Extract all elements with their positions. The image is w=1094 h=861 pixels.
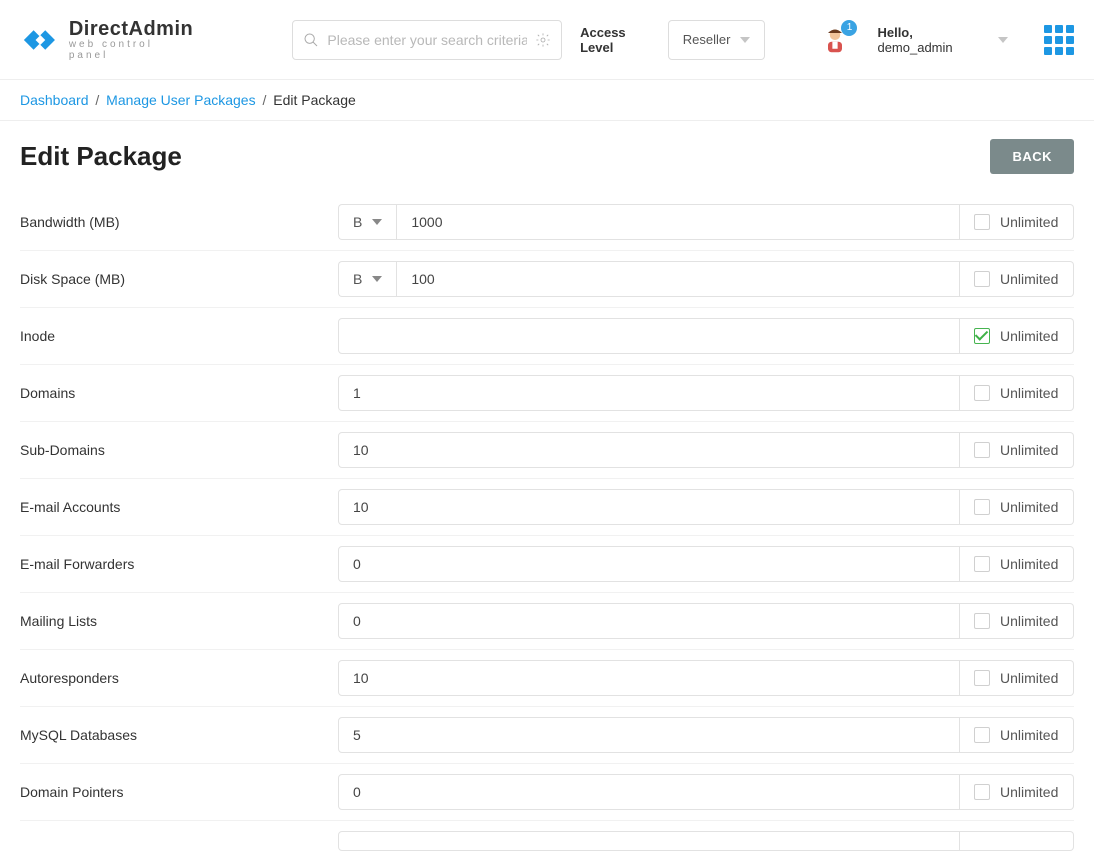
unlimited-toggle[interactable]: Unlimited: [960, 660, 1074, 696]
checkbox-icon: [974, 385, 990, 401]
form-row: Disk Space (MB)B Unlimited: [20, 251, 1074, 308]
topbar: DirectAdmin web control panel Access Lev…: [0, 0, 1094, 80]
checkbox-icon: [974, 670, 990, 686]
checkbox-icon: [974, 442, 990, 458]
unlimited-toggle[interactable]: Unlimited: [960, 546, 1074, 582]
value-input[interactable]: [338, 489, 960, 525]
chevron-down-icon: [372, 219, 382, 225]
form-row: E-mail Forwarders Unlimited: [20, 536, 1074, 593]
unlimited-toggle[interactable]: Unlimited: [960, 774, 1074, 810]
row-label: Mailing Lists: [20, 613, 338, 629]
search-box[interactable]: [292, 20, 562, 60]
checkbox-icon: [974, 499, 990, 515]
chevron-down-icon[interactable]: [998, 37, 1008, 43]
value-input[interactable]: [338, 432, 960, 468]
row-controls: Unlimited: [338, 546, 1074, 582]
breadcrumb-manage-packages[interactable]: Manage User Packages: [106, 92, 255, 108]
row-controls: Unlimited: [338, 489, 1074, 525]
search-input[interactable]: [319, 32, 535, 48]
value-input[interactable]: [396, 204, 960, 240]
value-input[interactable]: [338, 318, 960, 354]
unlimited-toggle[interactable]: Unlimited: [960, 489, 1074, 525]
form-row: Autoresponders Unlimited: [20, 650, 1074, 707]
unit-select[interactable]: B: [338, 261, 396, 297]
value-input[interactable]: [338, 603, 960, 639]
form-row: Domains Unlimited: [20, 365, 1074, 422]
unlimited-toggle[interactable]: Unlimited: [960, 204, 1074, 240]
unlimited-toggle[interactable]: Unlimited: [960, 432, 1074, 468]
value-input[interactable]: [396, 261, 960, 297]
checkbox-icon: [974, 613, 990, 629]
value-input[interactable]: [338, 660, 960, 696]
package-form: Bandwidth (MB)BUnlimitedDisk Space (MB)B…: [0, 184, 1094, 861]
page-title: Edit Package: [20, 141, 182, 172]
access-level-value: Reseller: [683, 32, 731, 47]
notification-badge: 1: [841, 20, 857, 36]
row-controls: Unlimited: [338, 432, 1074, 468]
unlimited-toggle[interactable]: [960, 831, 1074, 851]
row-controls: Unlimited: [338, 318, 1074, 354]
chevron-down-icon: [740, 37, 750, 43]
form-row: Bandwidth (MB)B Unlimited: [20, 194, 1074, 251]
back-button[interactable]: BACK: [990, 139, 1074, 174]
form-row: MySQL Databases Unlimited: [20, 707, 1074, 764]
form-row: E-mail Accounts Unlimited: [20, 479, 1074, 536]
breadcrumb-dashboard[interactable]: Dashboard: [20, 92, 89, 108]
row-label: Sub-Domains: [20, 442, 338, 458]
value-input[interactable]: [338, 831, 960, 851]
checkbox-icon: [974, 784, 990, 800]
form-row: Inode Unlimited: [20, 308, 1074, 365]
logo[interactable]: DirectAdmin web control panel: [20, 18, 194, 61]
value-input[interactable]: [338, 375, 960, 411]
value-input[interactable]: [338, 774, 960, 810]
checkbox-icon: [974, 727, 990, 743]
unit-select[interactable]: B: [338, 204, 396, 240]
form-row: Mailing Lists Unlimited: [20, 593, 1074, 650]
chevron-down-icon: [372, 276, 382, 282]
unlimited-toggle[interactable]: Unlimited: [960, 717, 1074, 753]
row-label: E-mail Accounts: [20, 499, 338, 515]
checkbox-icon: [974, 556, 990, 572]
row-controls: B Unlimited: [338, 204, 1074, 240]
unlimited-toggle[interactable]: Unlimited: [960, 261, 1074, 297]
form-row: [20, 821, 1074, 861]
row-label: Inode: [20, 328, 338, 344]
row-label: Domains: [20, 385, 338, 401]
form-row: Sub-Domains Unlimited: [20, 422, 1074, 479]
logo-title: DirectAdmin: [69, 18, 195, 41]
value-input[interactable]: [338, 717, 960, 753]
row-label: Autoresponders: [20, 670, 338, 686]
search-icon: [303, 32, 319, 48]
row-label: E-mail Forwarders: [20, 556, 338, 572]
unlimited-toggle[interactable]: Unlimited: [960, 375, 1074, 411]
checkbox-icon: [974, 328, 990, 344]
access-level-select[interactable]: Reseller: [668, 20, 766, 60]
logo-subtitle: web control panel: [69, 39, 195, 61]
apps-grid-icon[interactable]: [1044, 25, 1074, 55]
checkbox-icon: [974, 271, 990, 287]
row-controls: Unlimited: [338, 717, 1074, 753]
unlimited-toggle[interactable]: Unlimited: [960, 603, 1074, 639]
row-label: Domain Pointers: [20, 784, 338, 800]
avatar[interactable]: 1: [821, 26, 849, 54]
row-controls: B Unlimited: [338, 261, 1074, 297]
unlimited-toggle[interactable]: Unlimited: [960, 318, 1074, 354]
row-label: Bandwidth (MB): [20, 214, 338, 230]
form-row: Domain Pointers Unlimited: [20, 764, 1074, 821]
row-controls: Unlimited: [338, 603, 1074, 639]
logo-icon: [20, 20, 59, 60]
breadcrumb-current: Edit Package: [273, 92, 356, 108]
user-greeting[interactable]: Hello, demo_admin: [877, 25, 974, 55]
row-label: Disk Space (MB): [20, 271, 338, 287]
row-label: MySQL Databases: [20, 727, 338, 743]
row-controls: Unlimited: [338, 660, 1074, 696]
breadcrumb: Dashboard / Manage User Packages / Edit …: [0, 80, 1094, 121]
row-controls: Unlimited: [338, 375, 1074, 411]
row-controls: Unlimited: [338, 774, 1074, 810]
gear-icon[interactable]: [535, 32, 551, 48]
access-level-label: Access Level: [580, 25, 650, 55]
title-row: Edit Package BACK: [0, 121, 1094, 184]
value-input[interactable]: [338, 546, 960, 582]
checkbox-icon: [974, 214, 990, 230]
